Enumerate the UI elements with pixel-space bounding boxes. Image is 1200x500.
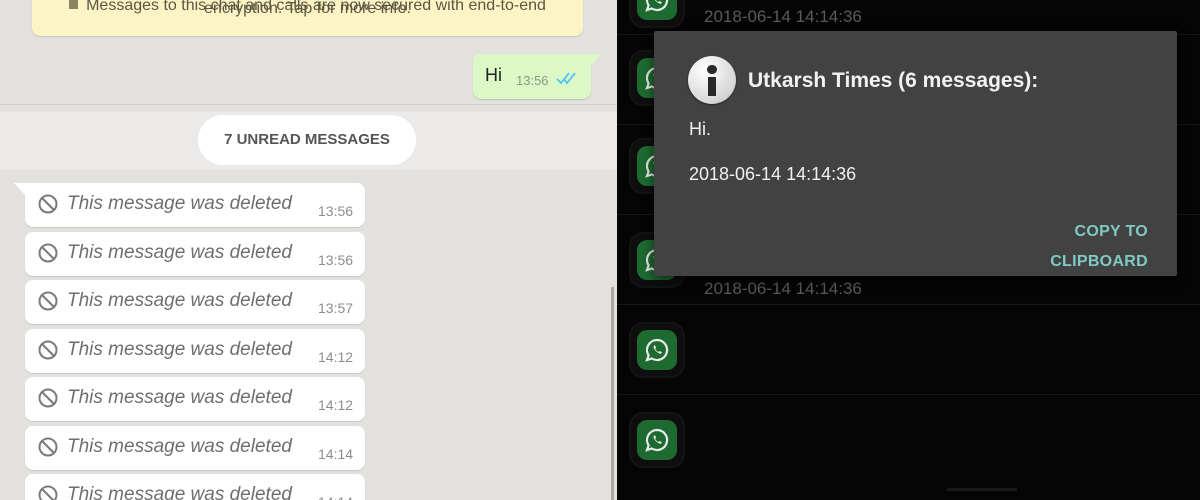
deleted-message[interactable]: This message was deleted 13:57 <box>25 280 365 324</box>
whatsapp-icon[interactable] <box>629 322 685 378</box>
deleted-message[interactable]: This message was deleted 14:12 <box>25 377 365 421</box>
deleted-message-text: This message was deleted <box>67 387 292 408</box>
outgoing-message-time: 13:56 <box>516 73 549 88</box>
chat-screen: Messages to this chat and calls are now … <box>0 0 617 500</box>
outgoing-message[interactable]: Hi 13:56 <box>473 54 601 99</box>
deleted-message-time: 14:12 <box>318 349 354 365</box>
deleted-message-text: This message was deleted <box>67 339 292 360</box>
whatsapp-icon[interactable] <box>629 0 685 28</box>
message-details-dialog: Utkarsh Times (6 messages): Hi. 2018-06-… <box>654 31 1177 276</box>
ban-icon <box>37 484 59 500</box>
deleted-message-text: This message was deleted <box>67 484 292 500</box>
whatsapp-icon[interactable] <box>629 412 685 468</box>
log-row-divider <box>617 304 1200 305</box>
deleted-message[interactable]: This message was deleted 14:14 <box>25 474 365 500</box>
deleted-message[interactable]: This message was deleted 13:56 <box>14 183 365 227</box>
log-entry-time: 2018-06-14 14:14:36 <box>704 279 862 298</box>
encryption-notice-line2: encryption. Tap for more info. <box>204 0 411 17</box>
info-icon-bar <box>708 77 716 96</box>
deleted-message[interactable]: This message was deleted 13:56 <box>25 232 365 276</box>
ban-icon <box>37 387 59 414</box>
deleted-message-time: 14:14 <box>318 494 353 500</box>
ban-icon <box>37 242 59 269</box>
encryption-notice[interactable]: Messages to this chat and calls are now … <box>32 0 583 36</box>
dialog-message-text: Hi. <box>689 119 711 139</box>
dialog-title: Utkarsh Times (6 messages): <box>748 69 1039 92</box>
dialog-message-datetime: 2018-06-14 14:14:36 <box>689 164 857 184</box>
deleted-message-text: This message was deleted <box>67 290 292 311</box>
deleted-message-text: This message was deleted <box>67 193 292 214</box>
info-icon <box>688 56 736 104</box>
scrollbar[interactable] <box>611 287 614 500</box>
navigation-handle <box>947 488 1017 491</box>
deleted-message-text: This message was deleted <box>67 242 292 263</box>
deleted-message[interactable]: This message was deleted 14:12 <box>25 329 365 373</box>
ban-icon <box>37 436 59 463</box>
info-icon-dot <box>707 65 717 74</box>
unread-banner: 7 UNREAD MESSAGES <box>0 112 617 170</box>
notification-log-screen: 2018-06-14 14:14:36 2018-06-14 14:14:36 … <box>617 0 1200 500</box>
log-entry-time: 2018-06-14 14:14:36 <box>704 7 862 26</box>
copy-to-clipboard-button[interactable]: COPY TO CLIPBOARD <box>978 217 1148 270</box>
log-row-divider <box>617 394 1200 395</box>
ban-icon <box>37 193 59 220</box>
deleted-message-time: 13:57 <box>318 300 354 316</box>
deleted-message-time: 13:56 <box>318 252 354 268</box>
deleted-message-text: This message was deleted <box>67 436 292 457</box>
double-check-icon <box>556 71 578 90</box>
ban-icon <box>37 290 59 317</box>
outgoing-message-text: Hi <box>485 65 502 85</box>
unread-messages-label: 7 UNREAD MESSAGES <box>198 115 416 165</box>
ban-icon <box>37 339 59 366</box>
deleted-message-time: 13:56 <box>318 203 354 219</box>
deleted-message[interactable]: This message was deleted 14:14 <box>25 426 365 470</box>
deleted-message-time: 14:14 <box>318 446 354 462</box>
chat-divider <box>0 104 617 105</box>
deleted-message-time: 14:12 <box>318 397 354 413</box>
